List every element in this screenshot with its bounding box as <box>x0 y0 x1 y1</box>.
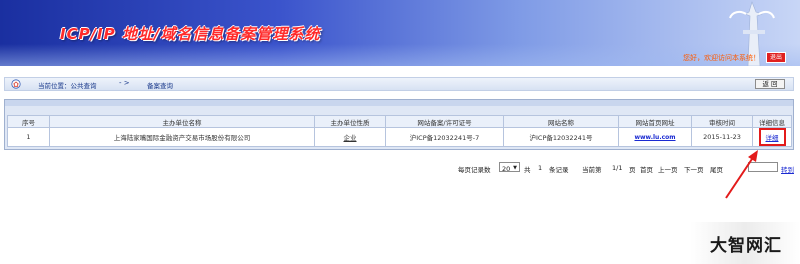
chevron-down-icon: ▼ <box>513 165 517 171</box>
site-url-link[interactable]: www.lu.com <box>634 134 675 141</box>
per-page-value: 20 <box>502 165 511 173</box>
result-panel: 序号 主办单位名称 主办单位性质 网站备案/许可证号 网站名称 网站首页网址 审… <box>4 99 794 150</box>
detail-link[interactable]: 详细 <box>766 134 779 142</box>
detail-highlight-box: 详细 <box>758 128 786 146</box>
col-header-site-name: 网站名称 <box>503 115 619 128</box>
breadcrumb-root: 当前位置：公共查询 <box>38 82 97 90</box>
total-suffix: 条记录 <box>549 166 569 174</box>
welcome-bar: 您好，欢迎访问本系统！ 退出 <box>0 52 800 66</box>
prev-page-link[interactable]: 上一页 <box>658 164 678 174</box>
back-button[interactable]: 返 回 <box>755 79 785 89</box>
org-type-text: 企业 <box>343 134 357 142</box>
cell-org-type: 企业 <box>314 127 386 147</box>
cell-site-url: www.lu.com <box>618 127 692 147</box>
next-page-link[interactable]: 下一页 <box>684 164 704 174</box>
col-header-index: 序号 <box>7 115 50 128</box>
watermark: 大智网汇 <box>690 222 800 264</box>
cell-site-name: 沪ICP备12032241号 <box>503 127 619 147</box>
col-header-org-name: 主办单位名称 <box>49 115 315 128</box>
current-page: 1/1 <box>612 164 623 172</box>
location-bar: 当前位置：公共查询 - > 备案查询 返 回 <box>4 77 794 91</box>
per-page-select[interactable]: 20 ▼ <box>499 162 520 173</box>
cell-license: 沪ICP备12032241号-7 <box>385 127 504 147</box>
total-count: 1 <box>538 164 543 172</box>
cell-index: 1 <box>7 127 50 147</box>
current-page-label: 当前第 <box>582 166 602 174</box>
header-banner: ICP/IP 地址/域名信息备案管理系统 您好，欢迎访问本系统！ 退出 <box>0 0 800 66</box>
home-icon <box>11 79 21 89</box>
jump-button[interactable]: 转到 <box>781 164 794 174</box>
cell-org-name: 上海陆家嘴国际金融资产交易市场股份有限公司 <box>49 127 315 147</box>
first-page-link[interactable]: 首页 <box>640 164 653 174</box>
table-row: 1 上海陆家嘴国际金融资产交易市场股份有限公司 企业 沪ICP备12032241… <box>7 127 792 147</box>
exit-button[interactable]: 退出 <box>766 52 786 63</box>
welcome-text: 您好，欢迎访问本系统！ <box>683 54 760 62</box>
col-header-site-url: 网站首页网址 <box>618 115 692 128</box>
col-header-org-type: 主办单位性质 <box>314 115 386 128</box>
cell-audit-time: 2015-11-23 <box>691 127 753 147</box>
total-prefix: 共 <box>524 166 531 174</box>
result-table: 序号 主办单位名称 主办单位性质 网站备案/许可证号 网站名称 网站首页网址 审… <box>7 115 792 147</box>
table-header-row: 序号 主办单位名称 主办单位性质 网站备案/许可证号 网站名称 网站首页网址 审… <box>7 115 792 128</box>
breadcrumb-current: 备案查询 <box>147 82 173 90</box>
annotation-arrow-icon <box>725 150 758 199</box>
watermark-text: 大智网汇 <box>710 236 782 256</box>
cell-detail: 详细 <box>752 127 792 147</box>
breadcrumb-separator: - > <box>119 79 130 87</box>
system-title: ICP/IP 地址/域名信息备案管理系统 <box>60 25 321 43</box>
page-unit: 页 <box>629 166 636 174</box>
per-page-label: 每页记录数 <box>458 166 491 174</box>
panel-header-strip <box>5 100 793 106</box>
col-header-license: 网站备案/许可证号 <box>385 115 504 128</box>
col-header-detail: 详细信息 <box>752 115 792 128</box>
col-header-audit-time: 审核时间 <box>691 115 753 128</box>
